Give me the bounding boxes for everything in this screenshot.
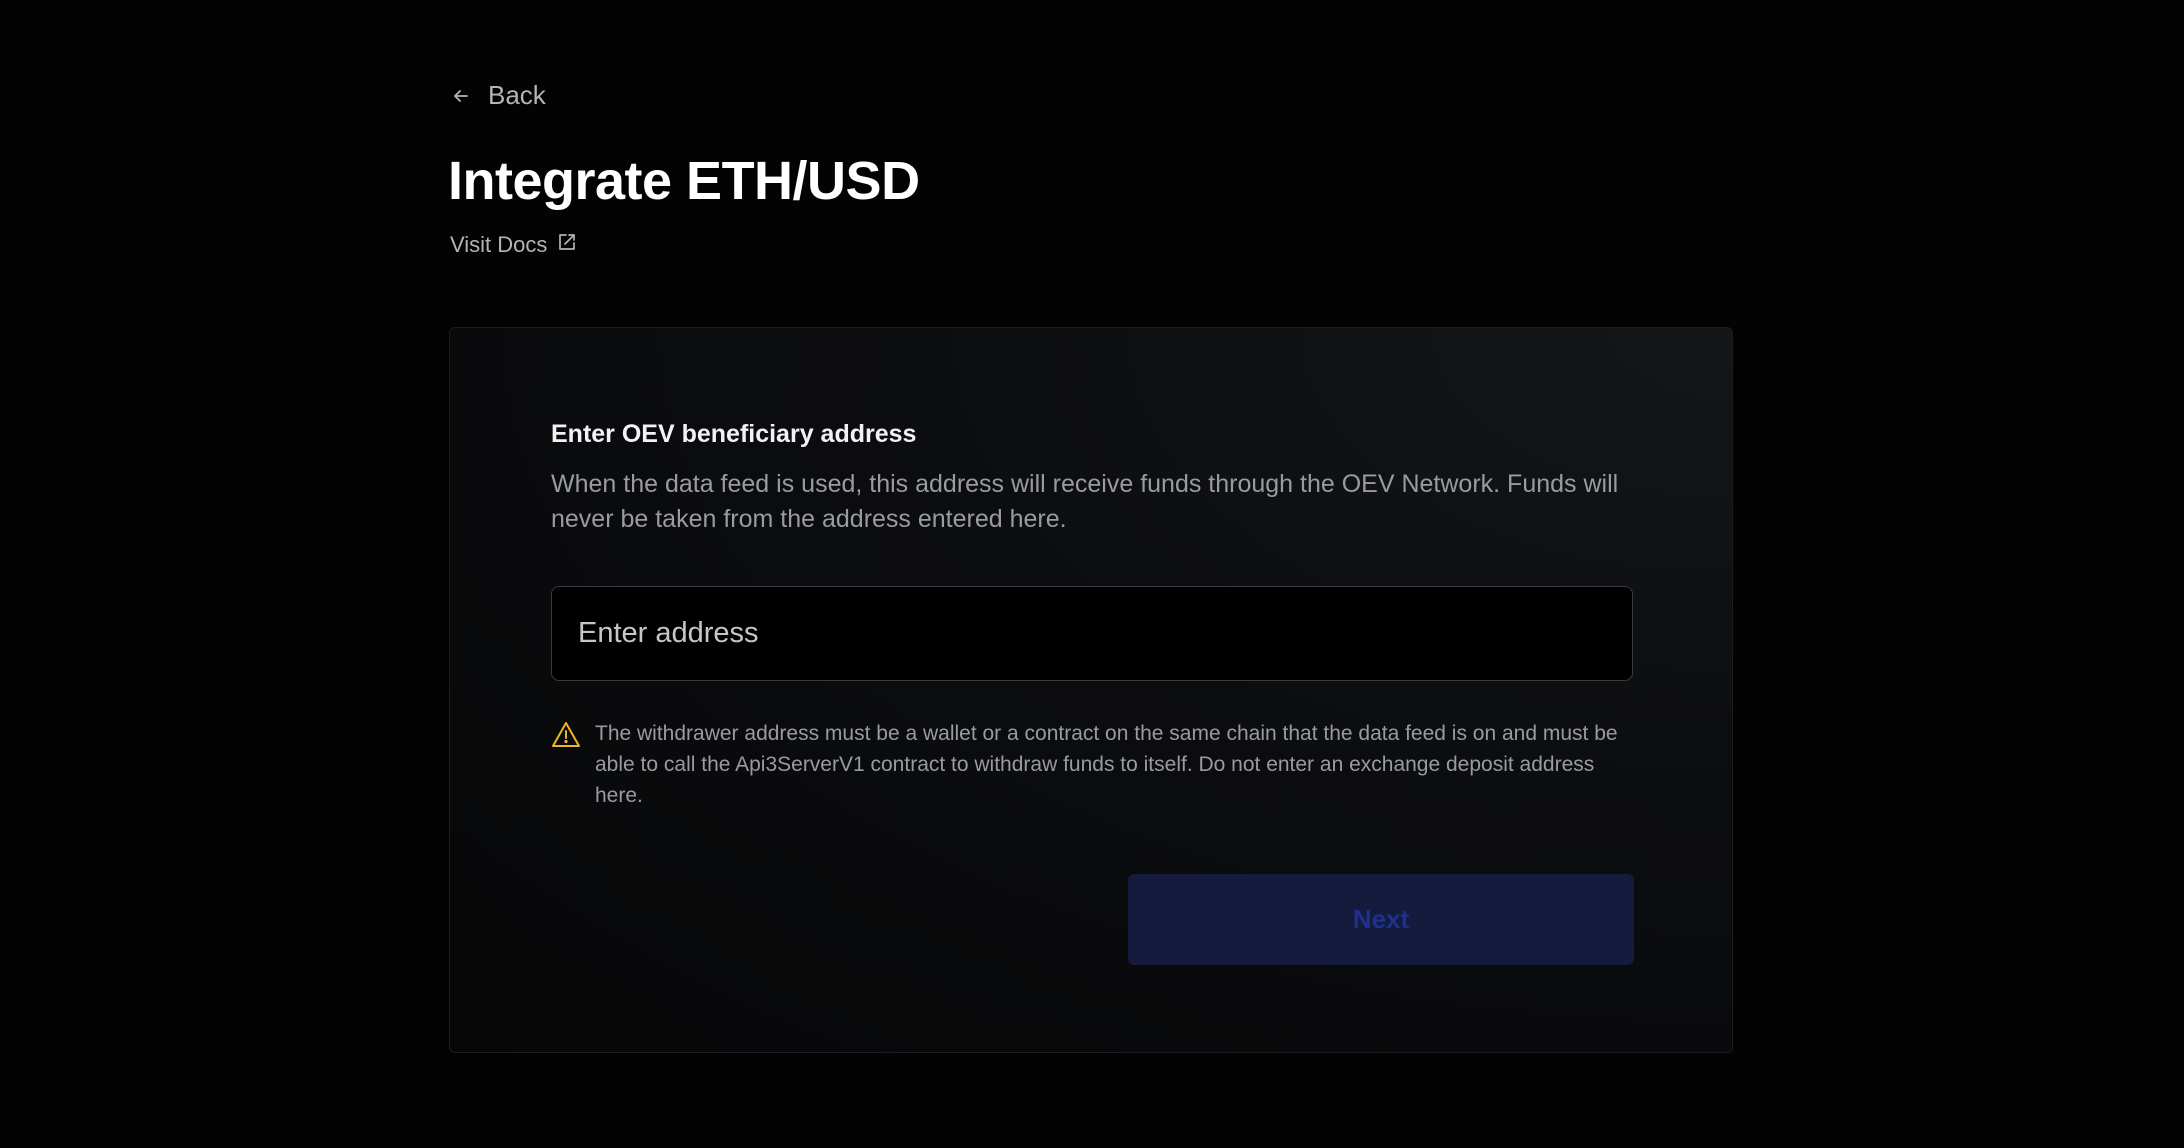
arrow-left-icon bbox=[452, 87, 470, 105]
warning-notice: The withdrawer address must be a wallet … bbox=[551, 718, 1641, 811]
section-title: Enter OEV beneficiary address bbox=[551, 420, 917, 448]
page: Back Integrate ETH/USD Visit Docs Enter … bbox=[0, 0, 2184, 1148]
visit-docs-label: Visit Docs bbox=[450, 232, 548, 257]
visit-docs-link[interactable]: Visit Docs bbox=[450, 232, 577, 258]
address-input[interactable] bbox=[551, 586, 1633, 681]
warning-text: The withdrawer address must be a wallet … bbox=[595, 722, 1618, 807]
back-link[interactable]: Back bbox=[452, 80, 546, 111]
back-label: Back bbox=[488, 80, 546, 110]
external-link-icon bbox=[557, 232, 577, 258]
page-title: Integrate ETH/USD bbox=[448, 151, 920, 211]
next-button[interactable]: Next bbox=[1128, 874, 1634, 965]
section-description: When the data feed is used, this address… bbox=[551, 470, 1619, 533]
beneficiary-card: Enter OEV beneficiary address When the d… bbox=[449, 327, 1733, 1053]
warning-triangle-icon bbox=[551, 718, 581, 811]
